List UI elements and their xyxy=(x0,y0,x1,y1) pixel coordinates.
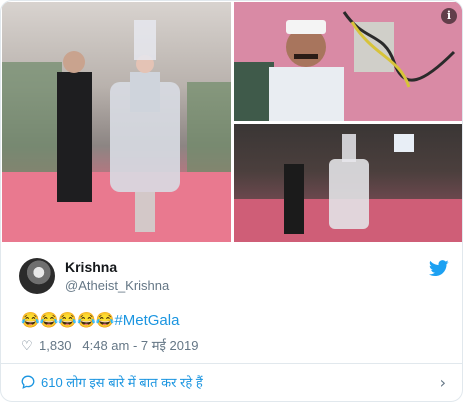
divider xyxy=(1,363,462,364)
avatar[interactable] xyxy=(19,258,55,294)
author-handle[interactable]: @Atheist_Krishna xyxy=(65,278,169,293)
twitter-bird-icon[interactable] xyxy=(429,260,449,277)
conversation-link[interactable]: 610 लोग इस बारे में बात कर रहे हैं xyxy=(41,373,203,391)
chevron-right-icon[interactable]: › xyxy=(440,373,446,392)
like-count[interactable]: 1,830 xyxy=(39,338,72,353)
photo-man-fixing-electrical-wires[interactable]: i xyxy=(234,2,462,121)
hashtag-link[interactable]: #MetGala xyxy=(114,312,179,329)
author-name[interactable]: Krishna xyxy=(65,259,117,275)
tweet-meta: ♡ 1,830 4:48 am - 7 मई 2019 xyxy=(21,336,198,354)
tweet-timestamp[interactable]: 4:48 am - 7 मई 2019 xyxy=(82,338,198,353)
photo-chandelier-costume-wide[interactable] xyxy=(234,124,462,242)
photo-illustration xyxy=(2,20,231,242)
photo-illustration xyxy=(234,134,462,242)
media-grid[interactable]: i xyxy=(2,2,462,242)
heart-icon[interactable]: ♡ xyxy=(21,338,35,354)
tweet-header: Krishna @Atheist_Krishna xyxy=(19,258,449,296)
speech-bubble-icon xyxy=(21,375,35,389)
tweet-card: i Krishna @Atheist_Krishna 😂😂😂😂😂#MetGala… xyxy=(0,0,463,402)
info-icon[interactable]: i xyxy=(441,8,457,24)
photo-illustration xyxy=(234,2,462,121)
photo-met-gala-chandelier-costume[interactable] xyxy=(2,2,231,242)
tweet-text: 😂😂😂😂😂#MetGala xyxy=(21,311,179,329)
laughing-emoji-sequence: 😂😂😂😂😂 xyxy=(21,312,115,329)
conversation-footer[interactable]: 610 लोग इस बारे में बात कर रहे हैं › xyxy=(21,373,446,393)
